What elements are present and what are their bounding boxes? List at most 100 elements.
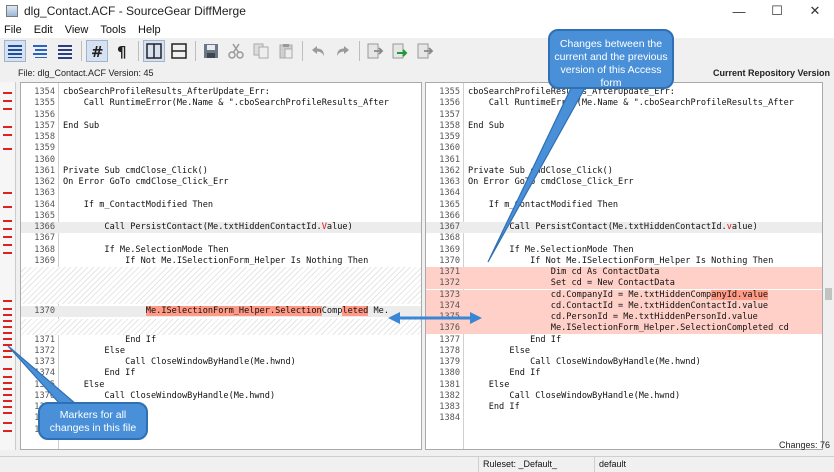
menu-edit[interactable]: Edit (34, 24, 53, 36)
show-line-numbers-button[interactable]: # (86, 40, 108, 62)
change-marker[interactable] (3, 314, 12, 316)
change-marker[interactable] (3, 344, 12, 346)
code-line[interactable]: 1381 Else (426, 380, 822, 391)
code-line[interactable]: 1364 (426, 188, 822, 199)
change-marker[interactable] (3, 412, 12, 414)
code-line[interactable]: 1383 End If (426, 402, 822, 413)
code-line[interactable]: 1377 End If (426, 335, 822, 346)
code-line[interactable]: 1375 Else (21, 380, 421, 391)
change-marker[interactable] (3, 376, 12, 378)
code-line[interactable]: 1373 Call CloseWindowByHandle(Me.hwnd) (21, 357, 421, 368)
code-line[interactable]: 1370 Me.ISelectionForm_Helper.SelectionC… (21, 306, 421, 318)
code-line[interactable]: 1362 Private Sub cmdClose_Click() (426, 166, 822, 177)
code-line[interactable]: 1361 Private Sub cmdClose_Click() (21, 166, 421, 177)
code-line[interactable]: 1368 (426, 233, 822, 244)
code-line[interactable]: 1363 (21, 188, 421, 199)
code-line[interactable]: 1369 If Not Me.ISelectionForm_Helper Is … (21, 256, 421, 267)
code-line[interactable]: 1375 cd.PersonId = Me.txtHiddenPersonId.… (426, 312, 822, 323)
code-line[interactable]: 1360 (426, 143, 822, 154)
change-marker[interactable] (3, 308, 12, 310)
right-diff-pane[interactable]: 1355 cboSearchProfileResults_AfterUpdate_… (425, 82, 823, 450)
code-line[interactable]: 1370 If Not Me.ISelectionForm_Helper Is … (426, 256, 822, 267)
apply-both-button[interactable] (414, 40, 436, 62)
code-line[interactable]: 1359 (21, 143, 421, 154)
copy-button[interactable] (250, 40, 272, 62)
code-line[interactable]: 1358 (21, 132, 421, 143)
change-marker[interactable] (3, 382, 12, 384)
menu-help[interactable]: Help (138, 24, 161, 36)
code-line[interactable]: 1356 Call RuntimeError(Me.Name & ".cboSe… (426, 98, 822, 109)
redo-button[interactable] (332, 40, 354, 62)
change-marker[interactable] (3, 108, 12, 110)
change-marker[interactable] (3, 192, 12, 194)
maximize-button[interactable]: ☐ (758, 0, 796, 22)
code-line[interactable]: 1380 End If (426, 368, 822, 379)
code-line[interactable]: 1364 If m_ContactModified Then (21, 200, 421, 211)
scrollbar-thumb[interactable] (825, 288, 832, 300)
code-line[interactable]: 1373 cd.CompanyId = Me.txtHiddenCompanyI… (426, 289, 822, 301)
change-marker[interactable] (3, 92, 12, 94)
change-marker[interactable] (3, 388, 12, 390)
code-line[interactable]: 1359 (426, 132, 822, 143)
code-line[interactable]: 1367 (21, 233, 421, 244)
code-line[interactable]: 1363 On Error GoTo cmdClose_Click_Err (426, 177, 822, 188)
code-line[interactable]: 1372 Set cd = New ContactData (426, 278, 822, 290)
change-marker[interactable] (3, 400, 12, 402)
split-vertical-button[interactable] (143, 40, 165, 62)
code-line[interactable]: 1365 (21, 211, 421, 222)
change-marker[interactable] (3, 126, 12, 128)
change-marker[interactable] (3, 236, 12, 238)
view-lines-3-button[interactable] (54, 40, 76, 62)
view-lines-button[interactable] (4, 40, 26, 62)
paste-button[interactable] (275, 40, 297, 62)
apply-right-button[interactable] (389, 40, 411, 62)
code-line[interactable]: 1354 cboSearchProfileResults_AfterUpdate_… (21, 87, 421, 98)
code-line[interactable]: 1367 Call PersistContact(Me.txtHiddenCon… (426, 222, 822, 233)
code-line[interactable]: 1357 (426, 110, 822, 121)
change-marker[interactable] (3, 406, 12, 408)
change-marker[interactable] (3, 252, 12, 254)
code-line[interactable]: 1371 Dim cd As ContactData (426, 267, 822, 278)
code-line[interactable]: 1382 Call CloseWindowByHandle(Me.hwnd) (426, 391, 822, 402)
change-marker[interactable] (3, 220, 12, 222)
show-pilcrow-button[interactable]: ¶ (111, 40, 133, 62)
menu-tools[interactable]: Tools (100, 24, 126, 36)
vertical-scrollbar[interactable] (823, 82, 834, 450)
minimize-button[interactable]: — (720, 0, 758, 22)
code-line[interactable]: 1360 (21, 155, 421, 166)
change-marker[interactable] (3, 134, 12, 136)
code-line[interactable]: 1379 Call CloseWindowByHandle(Me.hwnd) (426, 357, 822, 368)
change-marker[interactable] (3, 228, 12, 230)
change-marker[interactable] (3, 320, 12, 322)
code-line[interactable]: 1384 (426, 413, 822, 424)
change-marker[interactable] (3, 430, 12, 432)
change-marker[interactable] (3, 300, 12, 302)
change-marker[interactable] (3, 394, 12, 396)
code-line[interactable]: 1361 (426, 155, 822, 166)
menu-file[interactable]: File (4, 24, 22, 36)
change-marker-column[interactable] (0, 82, 16, 450)
save-button[interactable] (200, 40, 222, 62)
change-marker[interactable] (3, 356, 12, 358)
code-line[interactable]: 1356 (21, 110, 421, 121)
change-marker[interactable] (3, 338, 12, 340)
code-line[interactable]: 1365 If m_ContactModified Then (426, 200, 822, 211)
change-marker[interactable] (3, 422, 12, 424)
left-diff-pane[interactable]: 1354 cboSearchProfileResults_AfterUpdate_… (20, 82, 422, 450)
change-marker[interactable] (3, 244, 12, 246)
code-line[interactable]: 1374 cd.ContactId = Me.txtHiddenContactI… (426, 300, 822, 312)
change-marker[interactable] (3, 326, 12, 328)
code-line[interactable]: 1358 End Sub (426, 121, 822, 132)
view-lines-alt-button[interactable] (29, 40, 51, 62)
code-line[interactable]: 1355 Call RuntimeError(Me.Name & ".cboSe… (21, 98, 421, 109)
undo-button[interactable] (307, 40, 329, 62)
split-horizontal-button[interactable] (168, 40, 190, 62)
cut-button[interactable] (225, 40, 247, 62)
code-line[interactable]: 1371 End If (21, 335, 421, 346)
menu-view[interactable]: View (65, 24, 89, 36)
code-line[interactable]: 1368 If Me.SelectionMode Then (21, 245, 421, 256)
change-marker[interactable] (3, 148, 12, 150)
change-marker[interactable] (3, 350, 12, 352)
code-line[interactable]: 1376 Call CloseWindowByHandle(Me.hwnd) (21, 391, 421, 402)
code-line[interactable]: 1374 End If (21, 368, 421, 379)
